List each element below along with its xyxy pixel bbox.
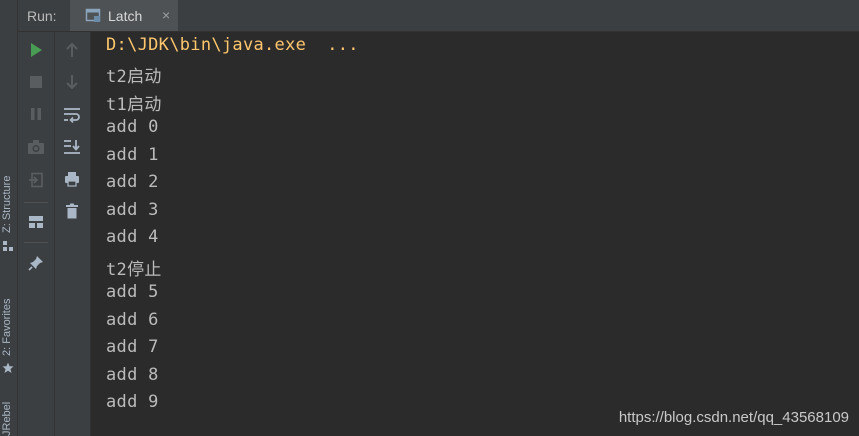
- structure-tab-label: Z: Structure: [1, 175, 13, 233]
- jrebel-tab[interactable]: JRebel: [0, 400, 17, 436]
- pin-tab-button[interactable]: [26, 253, 46, 273]
- stop-button[interactable]: [26, 72, 46, 92]
- toolbar-divider: [24, 202, 48, 203]
- console-line: t1启动: [106, 95, 162, 115]
- exit-icon: [29, 172, 43, 188]
- console-line: add 9: [106, 392, 159, 412]
- arrow-up-icon: [66, 42, 78, 57]
- run-toolwindow-header: Run: Latch ×: [18, 0, 859, 32]
- console-line: add 1: [106, 145, 159, 165]
- soft-wrap-icon: [64, 108, 80, 123]
- printer-icon: [65, 172, 79, 187]
- play-icon: [31, 43, 42, 57]
- watermark: https://blog.csdn.net/qq_43568109: [618, 409, 849, 426]
- console-line: add 3: [106, 200, 159, 220]
- console-line: add 8: [106, 365, 159, 385]
- jrebel-tab-label: JRebel: [1, 401, 13, 436]
- toolbar-divider: [24, 242, 48, 243]
- next-occurrence-button[interactable]: [62, 72, 82, 92]
- pin-icon: [28, 256, 43, 271]
- console-line: add 6: [106, 310, 159, 330]
- console-line: t2启动: [106, 67, 162, 87]
- scroll-to-end-icon: [64, 140, 80, 154]
- console-line: t2停止: [106, 260, 162, 280]
- pause-button[interactable]: [26, 104, 46, 124]
- console-line-command: D:\JDK\bin\java.exe ...: [106, 35, 359, 55]
- tab-latch-label: Latch: [108, 8, 143, 24]
- rerun-button[interactable]: [26, 40, 46, 60]
- console-line: add 4: [106, 227, 159, 247]
- console-output[interactable]: D:\JDK\bin\java.exe ... t2启动 t1启动 add 0 …: [91, 32, 859, 436]
- tab-latch[interactable]: Latch ×: [70, 0, 178, 31]
- star-icon: [2, 362, 14, 374]
- layout-icon: [29, 216, 43, 228]
- restore-layout-button[interactable]: [26, 212, 46, 232]
- dump-threads-button[interactable]: [26, 137, 46, 157]
- close-icon[interactable]: ×: [162, 7, 170, 23]
- arrow-down-icon: [66, 75, 78, 90]
- run-toolbar: [18, 32, 55, 436]
- console-toolbar: [55, 32, 91, 436]
- console-line: add 2: [106, 172, 159, 192]
- pause-icon: [31, 108, 41, 120]
- trash-icon: [66, 203, 78, 219]
- favorites-tab-label: 2: Favorites: [1, 298, 13, 356]
- favorites-tab[interactable]: 2: Favorites: [0, 280, 17, 380]
- exit-button[interactable]: [26, 170, 46, 190]
- structure-tab[interactable]: Z: Structure: [0, 150, 17, 260]
- left-tool-strip: Z: Structure 2: Favorites JRebel: [0, 0, 18, 436]
- console-line: add 0: [106, 117, 159, 137]
- soft-wrap-button[interactable]: [62, 105, 82, 125]
- clear-all-button[interactable]: [62, 201, 82, 221]
- previous-occurrence-button[interactable]: [62, 40, 82, 60]
- print-button[interactable]: [62, 169, 82, 189]
- run-label: Run:: [27, 8, 57, 24]
- console-line: add 7: [106, 337, 159, 357]
- stop-icon: [30, 76, 42, 88]
- console-tab-icon: [85, 8, 101, 23]
- console-line: add 5: [106, 282, 159, 302]
- scroll-to-end-button[interactable]: [62, 137, 82, 157]
- structure-icon: [2, 240, 14, 252]
- camera-icon: [28, 140, 44, 154]
